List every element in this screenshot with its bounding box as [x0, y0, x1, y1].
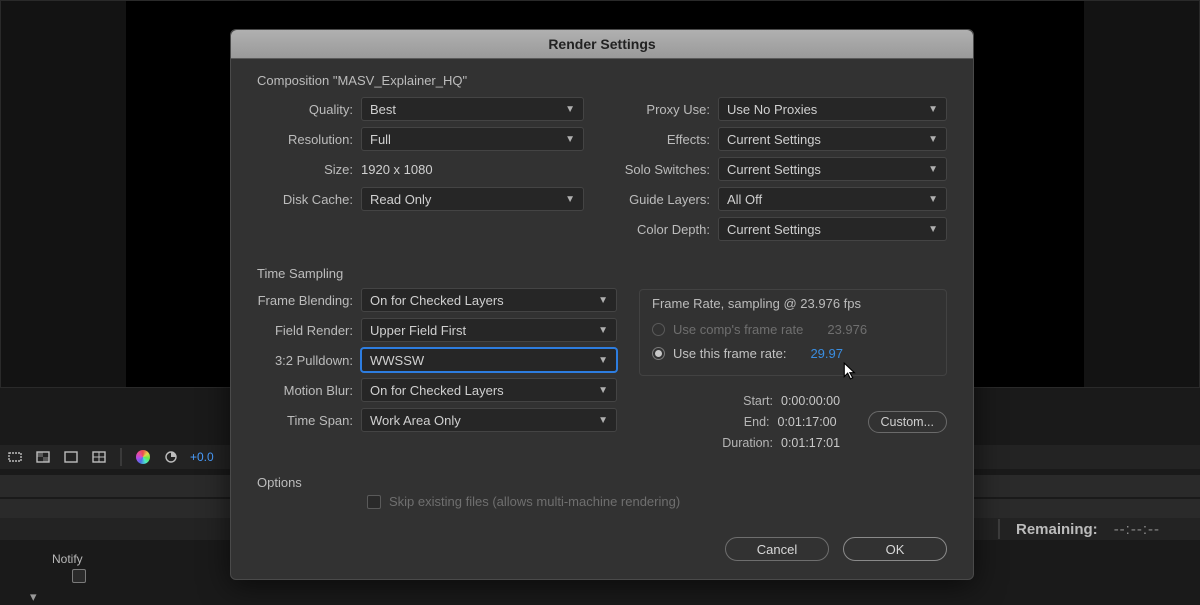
start-value: 0:00:00:00 [781, 394, 853, 408]
motion-blur-dropdown[interactable]: On for Checked Layers▼ [361, 378, 617, 402]
proxy-dropdown[interactable]: Use No Proxies▼ [718, 97, 947, 121]
skip-existing-checkbox [367, 495, 381, 509]
color-management-icon[interactable] [134, 448, 152, 466]
effects-dropdown[interactable]: Current Settings▼ [718, 127, 947, 151]
pulldown-dropdown[interactable]: WWSSW▼ [361, 348, 617, 372]
duration-value: 0:01:17:01 [781, 436, 853, 450]
custom-rate-value[interactable]: 29.97 [810, 346, 843, 361]
size-label: Size: [257, 162, 361, 177]
composition-name: Composition "MASV_Explainer_HQ" [257, 73, 947, 88]
cancel-button[interactable]: Cancel [725, 537, 829, 561]
notify-label: Notify [52, 552, 83, 566]
mask-icon[interactable] [62, 448, 80, 466]
guide-dropdown[interactable]: All Off▼ [718, 187, 947, 211]
field-render-dropdown[interactable]: Upper Field First▼ [361, 318, 617, 342]
use-this-rate-label: Use this frame rate: [673, 346, 786, 361]
time-info: Start: 0:00:00:00 End: 0:01:17:00 Custom… [639, 390, 947, 453]
guide-label: Guide Layers: [620, 192, 718, 207]
solo-label: Solo Switches: [620, 162, 718, 177]
chevron-down-icon: ▼ [565, 104, 575, 115]
chevron-down-icon: ▼ [565, 194, 575, 205]
color-depth-label: Color Depth: [620, 222, 718, 237]
chevron-down-icon: ▼ [928, 224, 938, 235]
chevron-down-icon: ▼ [598, 325, 608, 336]
time-span-label: Time Span: [257, 413, 361, 428]
time-sampling-label: Time Sampling [257, 266, 947, 281]
frame-rate-group: Frame Rate, sampling @ 23.976 fps Use co… [639, 289, 947, 376]
use-this-rate-option[interactable]: Use this frame rate: 29.97 [652, 341, 934, 365]
dialog-title: Render Settings [231, 30, 973, 59]
remaining-label: Remaining: [1016, 521, 1098, 538]
pulldown-label: 3:2 Pulldown: [257, 353, 361, 368]
resolution-label: Resolution: [257, 132, 361, 147]
chevron-down-icon: ▼ [928, 164, 938, 175]
proxy-label: Proxy Use: [620, 102, 718, 117]
size-value: 1920 x 1080 [361, 162, 584, 177]
chevron-down-icon: ▼ [928, 104, 938, 115]
chevron-down-icon: ▼ [928, 194, 938, 205]
chevron-down-icon: ▼ [598, 355, 608, 366]
region-icon[interactable] [6, 448, 24, 466]
disk-cache-dropdown[interactable]: Read Only▼ [361, 187, 584, 211]
use-comp-rate-label: Use comp's frame rate [673, 322, 803, 337]
chevron-down-icon: ▼ [598, 385, 608, 396]
quality-label: Quality: [257, 102, 361, 117]
chevron-down-icon: ▼ [565, 134, 575, 145]
time-span-dropdown[interactable]: Work Area Only▼ [361, 408, 617, 432]
notify-checkbox[interactable] [72, 569, 86, 583]
resolution-dropdown[interactable]: Full▼ [361, 127, 584, 151]
duration-label: Duration: [722, 436, 773, 450]
start-label: Start: [743, 394, 773, 408]
color-depth-dropdown[interactable]: Current Settings▼ [718, 217, 947, 241]
remaining-time: --:--:-- [1114, 521, 1160, 538]
skip-existing-label: Skip existing files (allows multi-machin… [389, 494, 680, 509]
panel-menu-chevron[interactable]: ▾ [30, 589, 37, 605]
status-divider [998, 519, 1000, 539]
exposure-reset-icon[interactable] [162, 448, 180, 466]
motion-blur-label: Motion Blur: [257, 383, 361, 398]
radio-unselected-icon [652, 323, 665, 336]
comp-rate-value: 23.976 [827, 322, 867, 337]
custom-timespan-button[interactable]: Custom... [868, 411, 948, 433]
end-value: 0:01:17:00 [778, 415, 850, 429]
effects-label: Effects: [620, 132, 718, 147]
end-label: End: [744, 415, 770, 429]
disk-cache-label: Disk Cache: [257, 192, 361, 207]
use-comp-rate-option[interactable]: Use comp's frame rate 23.976 [652, 317, 934, 341]
chevron-down-icon: ▼ [598, 415, 608, 426]
ok-button[interactable]: OK [843, 537, 947, 561]
frame-blending-dropdown[interactable]: On for Checked Layers▼ [361, 288, 617, 312]
radio-selected-icon [652, 347, 665, 360]
toolbar-divider [120, 448, 122, 466]
field-render-label: Field Render: [257, 323, 361, 338]
transparency-grid-icon[interactable] [34, 448, 52, 466]
guides-icon[interactable] [90, 448, 108, 466]
solo-dropdown[interactable]: Current Settings▼ [718, 157, 947, 181]
options-label: Options [257, 475, 947, 490]
quality-dropdown[interactable]: Best▼ [361, 97, 584, 121]
render-settings-dialog: Render Settings Composition "MASV_Explai… [230, 29, 974, 580]
chevron-down-icon: ▼ [928, 134, 938, 145]
frame-blending-label: Frame Blending: [257, 293, 361, 308]
frame-rate-title: Frame Rate, sampling @ 23.976 fps [652, 296, 934, 311]
exposure-value[interactable]: +0.0 [190, 450, 214, 464]
chevron-down-icon: ▼ [598, 295, 608, 306]
